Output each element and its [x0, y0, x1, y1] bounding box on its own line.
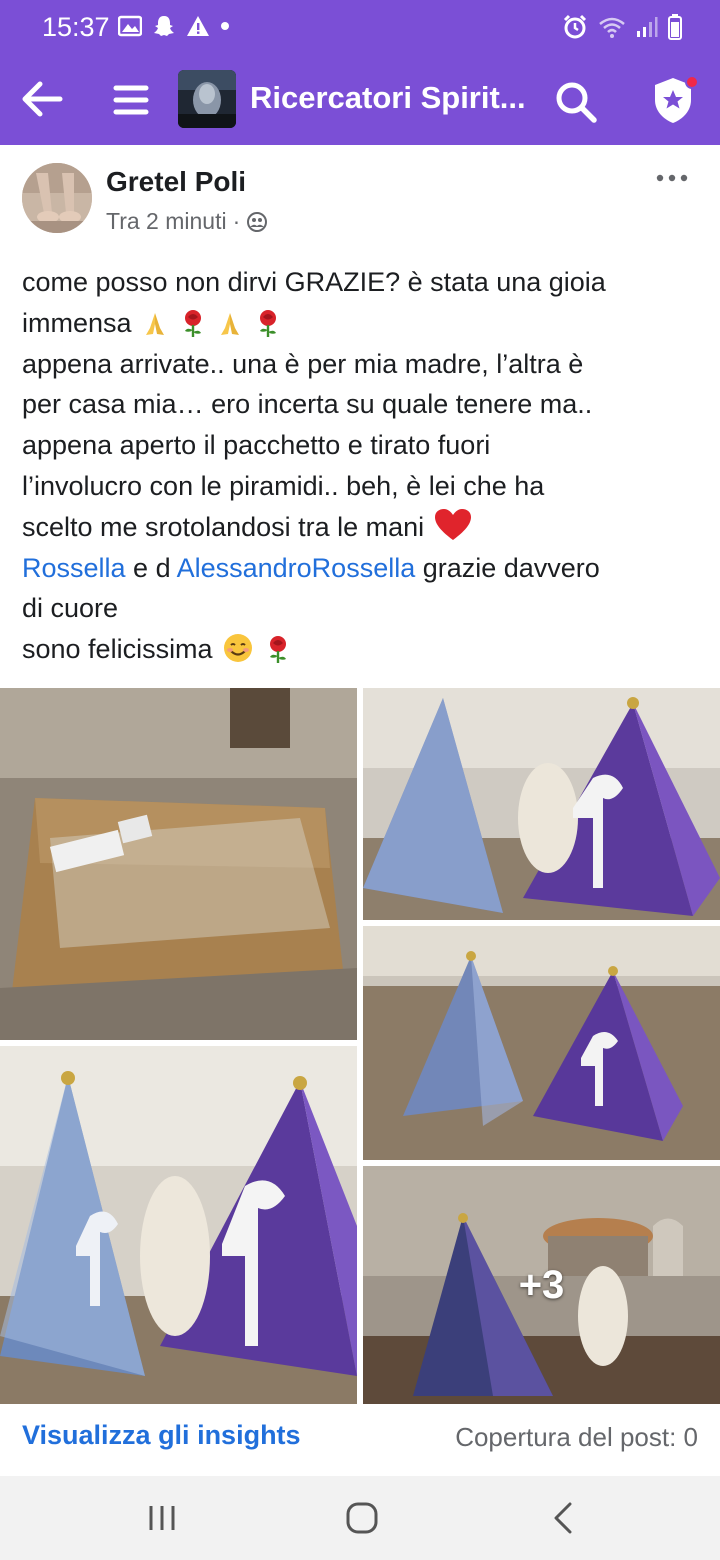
post-line: come posso non dirvi GRAZIE? è stata una…	[22, 267, 606, 297]
post-photo-pyramids-1[interactable]	[363, 688, 720, 920]
menu-button[interactable]	[112, 78, 150, 122]
red-heart-emoji-icon	[434, 508, 471, 540]
arrow-left-icon	[22, 81, 63, 117]
hamburger-icon	[113, 85, 149, 115]
group-audience-icon	[247, 211, 268, 232]
status-time: 15:37	[42, 12, 110, 42]
pyramids-photo	[0, 1046, 357, 1404]
post-options-button[interactable]	[652, 168, 692, 188]
post-line: appena aperto il pacchetto e tirato fuor…	[22, 430, 491, 461]
group-title[interactable]: Ricercatori Spirit...	[250, 80, 550, 116]
post-line: scelto me srotolandosi tra le mani	[22, 507, 702, 548]
group-cover-image	[178, 70, 236, 128]
group-avatar[interactable]	[178, 70, 236, 128]
rose-emoji-icon	[259, 309, 276, 337]
battery-icon	[668, 14, 682, 40]
package-photo	[0, 688, 357, 1040]
post-line: sono felicissima	[22, 629, 702, 670]
group-app-bar: Ricercatori Spirit...	[0, 56, 720, 145]
smiling-face-emoji-icon	[224, 634, 253, 663]
mention-link[interactable]: Rossella	[22, 553, 126, 583]
post-line: appena arrivate.. una è per mia madre, l…	[22, 348, 584, 379]
mention-link[interactable]: AlessandroRossella	[177, 553, 416, 583]
folded-hands-emoji-icon	[146, 312, 165, 335]
search-icon	[556, 82, 597, 123]
recent-apps-icon	[149, 1506, 175, 1530]
status-system-icons	[562, 14, 682, 40]
home-button[interactable]	[340, 1496, 384, 1540]
post-reach-text: Copertura del post: 0	[455, 1422, 698, 1452]
back-nav-button[interactable]	[542, 1496, 586, 1540]
author-name[interactable]: Gretel Poli	[106, 166, 246, 198]
rose-emoji-icon	[184, 309, 201, 337]
wifi-icon	[599, 17, 625, 38]
pyramids-photo	[363, 926, 720, 1160]
back-chevron-icon	[554, 1502, 572, 1534]
status-notification-icons	[118, 14, 230, 38]
shield-star-icon	[655, 75, 699, 123]
snapchat-icon	[154, 16, 174, 36]
alarm-icon	[563, 14, 587, 39]
post-photo-package[interactable]	[0, 688, 357, 1040]
more-photos-count[interactable]: +3	[363, 1166, 720, 1404]
post-line: immensa	[22, 303, 702, 344]
post-line: l’involucro con le piramidi.. beh, è lei…	[22, 470, 545, 501]
author-avatar[interactable]	[22, 163, 92, 233]
status-bar: 15:37	[0, 0, 720, 56]
post-line: di cuore	[22, 593, 119, 624]
post-time[interactable]: Tra 2 minuti	[106, 208, 227, 235]
admin-tools-button[interactable]	[648, 74, 699, 126]
post-line: Rossella e d AlessandroRossella grazie d…	[22, 552, 600, 583]
android-nav-bar	[0, 1476, 720, 1560]
back-button[interactable]	[20, 76, 64, 122]
post-photo-pyramids-3[interactable]	[0, 1046, 357, 1404]
post-body: come posso non dirvi GRAZIE? è stata una…	[22, 262, 702, 670]
meta-separator: ·	[232, 208, 241, 234]
view-insights-link[interactable]: Visualizza gli insights	[22, 1420, 301, 1451]
rose-emoji-icon	[269, 636, 286, 664]
dot-icon	[221, 22, 229, 30]
post-line: per casa mia… ero incerta su quale tener…	[22, 389, 593, 420]
warning-icon	[187, 16, 209, 36]
search-button[interactable]	[552, 78, 598, 124]
folded-hands-emoji-icon	[221, 312, 240, 335]
author-profile-photo	[22, 163, 92, 233]
pyramids-photo	[363, 688, 720, 920]
post-photo-pyramids-2[interactable]	[363, 926, 720, 1160]
gallery-icon	[118, 15, 142, 37]
post-photo-more[interactable]: +3	[363, 1166, 720, 1404]
signal-icon	[637, 17, 658, 37]
recent-apps-button[interactable]	[140, 1496, 184, 1540]
home-icon	[346, 1502, 378, 1534]
post-meta: Tra 2 minuti ·	[106, 208, 268, 235]
more-horizontal-icon	[656, 174, 688, 182]
